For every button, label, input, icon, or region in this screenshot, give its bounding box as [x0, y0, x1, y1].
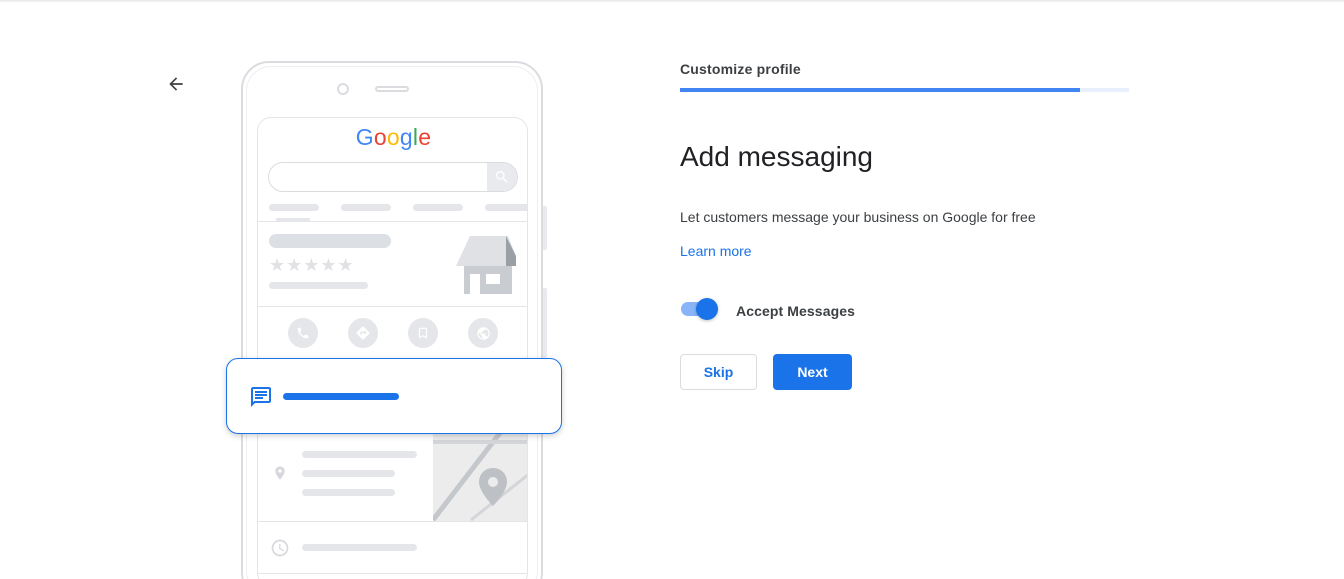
website-globe-icon	[468, 318, 498, 348]
mock-map-thumbnail	[433, 434, 527, 521]
messaging-highlight-card	[226, 358, 562, 434]
mock-divider	[258, 306, 527, 307]
google-logo: Google	[258, 124, 527, 151]
mock-tab-placeholder	[269, 204, 319, 211]
top-divider	[0, 0, 1344, 3]
mock-divider	[258, 221, 527, 222]
page-heading: Add messaging	[680, 141, 874, 172]
phone-side-button	[543, 288, 547, 358]
mock-business-name	[269, 234, 391, 248]
mock-rating-stars: ★★★★★	[269, 255, 355, 276]
phone-side-button	[543, 206, 547, 250]
mock-tab-placeholder	[341, 204, 391, 211]
phone-speaker	[375, 86, 409, 92]
clock-icon	[271, 539, 289, 557]
mock-address-line	[302, 489, 395, 496]
logo-letter: o	[373, 124, 387, 150]
message-placeholder-bar	[283, 393, 399, 400]
storefront-icon	[456, 236, 516, 294]
progress-fill	[680, 88, 1080, 92]
mock-address-line	[302, 470, 395, 477]
toggle-knob	[696, 298, 718, 320]
step-title: Customize profile	[680, 61, 801, 77]
mock-search-box	[268, 162, 518, 192]
directions-icon	[348, 318, 378, 348]
mock-business-detail	[269, 282, 368, 289]
logo-letter: g	[399, 124, 413, 150]
accept-messages-toggle[interactable]	[680, 298, 718, 320]
bookmark-icon	[408, 318, 438, 348]
progress-bar	[680, 88, 1129, 92]
accept-messages-label: Accept Messages	[736, 303, 856, 319]
page-description: Let customers message your business on G…	[680, 209, 1036, 225]
mock-hours-line	[302, 544, 417, 551]
phone-camera	[337, 83, 349, 95]
next-button[interactable]: Next	[773, 354, 852, 390]
mock-divider	[258, 573, 527, 574]
logo-letter: e	[418, 124, 432, 150]
learn-more-link[interactable]: Learn more	[680, 243, 752, 259]
chat-message-icon	[251, 387, 271, 407]
mock-divider	[258, 521, 527, 522]
mock-address-line	[302, 451, 417, 458]
arrow-back-icon	[169, 77, 183, 91]
logo-letter: G	[355, 124, 374, 150]
phone-icon	[288, 318, 318, 348]
mock-search-button	[487, 163, 517, 191]
location-pin-icon	[275, 466, 285, 480]
search-icon	[496, 171, 508, 183]
mock-tab-placeholder	[413, 204, 463, 211]
skip-button[interactable]: Skip	[680, 354, 757, 390]
mock-tab-placeholder	[485, 204, 527, 211]
back-button[interactable]	[162, 70, 190, 98]
logo-letter: o	[386, 124, 400, 150]
phone-screen: Google ★★★★★	[257, 117, 528, 579]
mock-action-icons	[286, 318, 506, 350]
